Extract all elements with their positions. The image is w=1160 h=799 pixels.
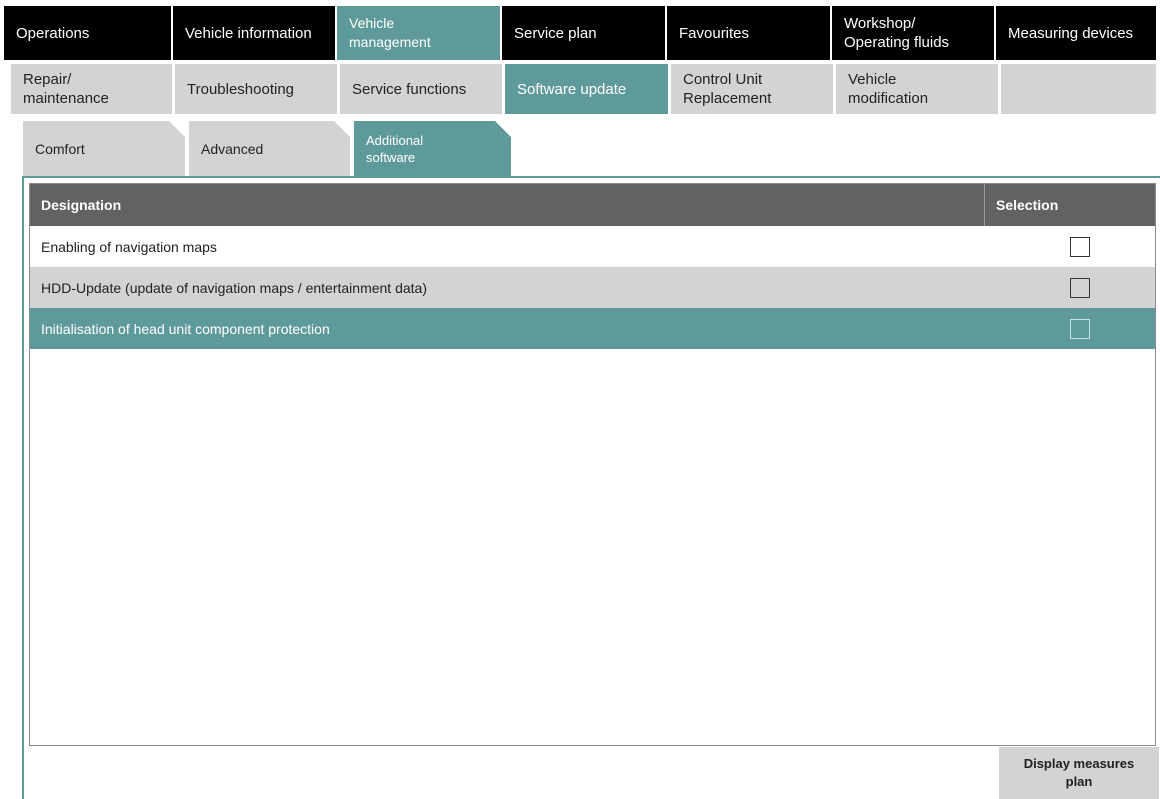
- column-header-designation: Designation: [30, 184, 985, 226]
- selection-checkbox[interactable]: [1070, 236, 1090, 257]
- top-navigation: Operations Vehicle information Vehicle m…: [4, 6, 1156, 60]
- row-designation: Enabling of navigation maps: [41, 238, 217, 255]
- tab-workshop-operating-fluids[interactable]: Workshop/ Operating fluids: [832, 6, 994, 60]
- subtab-control-unit-replacement[interactable]: Control Unit Replacement: [671, 64, 833, 114]
- subtab-vehicle-modification[interactable]: Vehicle modification: [836, 64, 998, 114]
- tab-service-plan[interactable]: Service plan: [502, 6, 665, 60]
- subtab-troubleshooting[interactable]: Troubleshooting: [175, 64, 337, 114]
- table-row-selected[interactable]: Initialisation of head unit component pr…: [30, 308, 1155, 349]
- column-header-selection: Selection: [996, 197, 1059, 213]
- tab-vehicle-management[interactable]: Vehicle management: [337, 6, 500, 60]
- table-row[interactable]: Enabling of navigation maps: [30, 226, 1155, 267]
- sub-navigation: Repair/ maintenance Troubleshooting Serv…: [11, 64, 1156, 114]
- subtab-software-update[interactable]: Software update: [505, 64, 668, 114]
- selection-checkbox[interactable]: [1070, 277, 1090, 298]
- table-row[interactable]: HDD-Update (update of navigation maps / …: [30, 267, 1155, 308]
- category-tab-comfort[interactable]: Comfort: [23, 121, 185, 177]
- category-tab-advanced[interactable]: Advanced: [189, 121, 350, 177]
- row-designation: Initialisation of head unit component pr…: [41, 320, 330, 337]
- software-table: Designation Selection Enabling of naviga…: [29, 183, 1156, 746]
- subtab-service-functions[interactable]: Service functions: [340, 64, 502, 114]
- row-designation: HDD-Update (update of navigation maps / …: [41, 279, 427, 296]
- subtab-repair-maintenance[interactable]: Repair/ maintenance: [11, 64, 172, 114]
- tab-measuring-devices[interactable]: Measuring devices: [996, 6, 1156, 60]
- table-header: Designation Selection: [30, 184, 1155, 226]
- tab-vehicle-information[interactable]: Vehicle information: [173, 6, 335, 60]
- main-panel: Designation Selection Enabling of naviga…: [22, 176, 1160, 799]
- category-tab-additional-software[interactable]: Additional software: [354, 121, 511, 177]
- selection-checkbox[interactable]: [1070, 318, 1090, 339]
- display-measures-plan-button[interactable]: Display measures plan: [999, 747, 1159, 799]
- subtab-empty: [1001, 64, 1156, 114]
- tab-operations[interactable]: Operations: [4, 6, 171, 60]
- tab-favourites[interactable]: Favourites: [667, 6, 830, 60]
